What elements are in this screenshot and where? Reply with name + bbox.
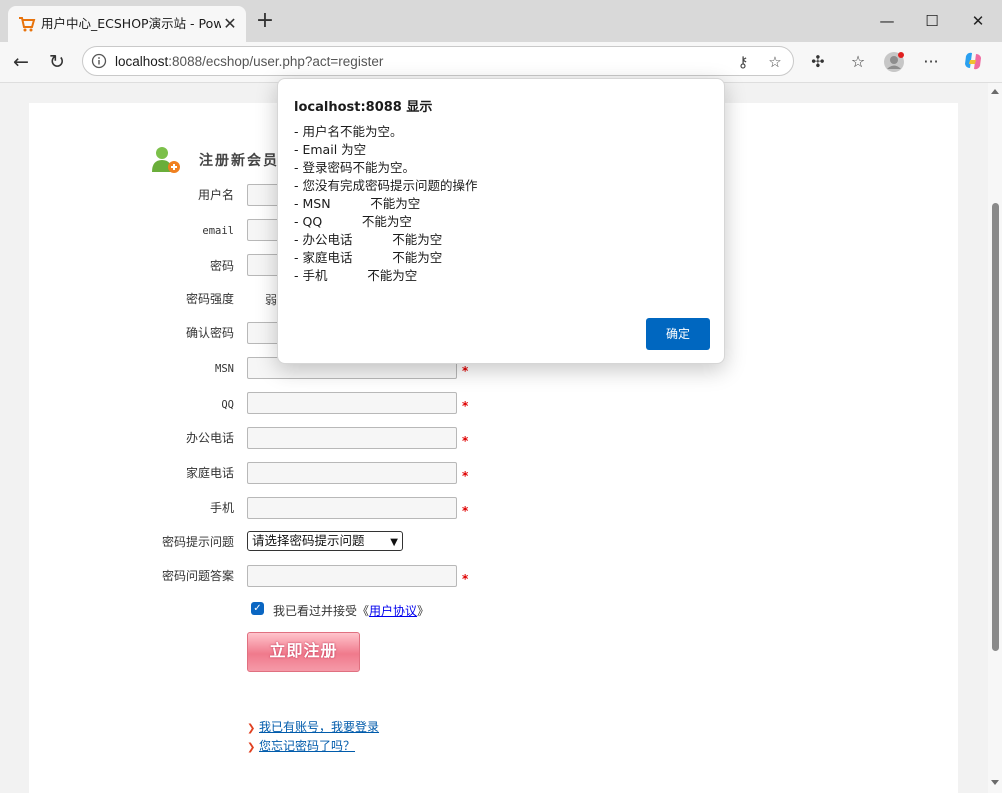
shopping-cart-icon bbox=[19, 17, 36, 32]
url-text[interactable]: localhost:8088/ecshop/user.php?act=regis… bbox=[115, 53, 383, 70]
refresh-icon[interactable]: ↻ bbox=[44, 49, 70, 75]
agreement-prefix: 我已看过并接受《 bbox=[273, 604, 370, 618]
star-icon[interactable]: ☆ bbox=[765, 52, 785, 72]
password-strength-label: 密码强度 bbox=[185, 292, 234, 306]
page-scrollbar[interactable] bbox=[988, 83, 1002, 793]
agreement-suffix: 》 bbox=[417, 604, 430, 618]
dialog-line: - MSN 不能为空 bbox=[294, 196, 421, 211]
dialog-message: - 用户名不能为空。 - Email 为空 - 登录密码不能为空。 - 您没有完… bbox=[294, 123, 478, 285]
address-bar[interactable]: localhost:8088/ecshop/user.php?act=regis… bbox=[82, 46, 794, 76]
forgot-link-row: ❯ 您忘记密码了吗？ bbox=[247, 737, 355, 754]
key-icon[interactable]: ⚷ bbox=[733, 52, 753, 72]
favorites-icon[interactable]: ☆ bbox=[846, 50, 870, 74]
chevron-down-icon: ▼ bbox=[390, 537, 398, 548]
tab-close-icon[interactable]: ✕ bbox=[220, 14, 240, 34]
more-menu-icon[interactable]: ··· bbox=[919, 50, 943, 74]
hint-answer-required-mark: * bbox=[462, 572, 469, 586]
close-window-button[interactable]: ✕ bbox=[963, 8, 993, 34]
forgot-password-link[interactable]: 您忘记密码了吗？ bbox=[259, 739, 355, 753]
dialog-title: localhost:8088 显示 bbox=[294, 100, 433, 115]
copilot-icon[interactable] bbox=[961, 50, 985, 74]
tab-title: 用户中心_ECSHOP演示站 - Powered by ECShop bbox=[41, 16, 221, 31]
password-label: 密码 bbox=[209, 259, 234, 273]
scroll-down-icon[interactable] bbox=[991, 780, 999, 785]
register-submit-button[interactable]: 立即注册 bbox=[247, 632, 360, 672]
qq-required-mark: * bbox=[462, 399, 469, 413]
mobile-required-mark: * bbox=[462, 504, 469, 518]
hint-answer-label: 密码问题答案 bbox=[161, 569, 234, 583]
alert-dialog: localhost:8088 显示 - 用户名不能为空。 - Email 为空 … bbox=[277, 78, 725, 364]
home-phone-label: 家庭电话 bbox=[185, 466, 234, 480]
qq-input[interactable] bbox=[247, 392, 457, 414]
user-agreement-link[interactable]: 用户协议 bbox=[369, 604, 417, 618]
extensions-icon[interactable]: ✣ bbox=[806, 50, 830, 74]
scroll-up-icon[interactable] bbox=[991, 89, 999, 94]
dialog-line: - 办公电话 不能为空 bbox=[294, 232, 443, 247]
browser-toolbar: ← ↻ localhost:8088/ecshop/user.php?act=r… bbox=[0, 42, 1002, 83]
arrow-right-icon: ❯ bbox=[247, 723, 256, 734]
login-link[interactable]: 我已有账号，我要登录 bbox=[259, 720, 379, 734]
dialog-line: - Email 为空 bbox=[294, 142, 367, 157]
confirm-password-label: 确认密码 bbox=[185, 326, 234, 340]
new-tab-button[interactable]: + bbox=[254, 10, 276, 32]
profile-avatar-icon[interactable] bbox=[882, 50, 906, 74]
office-phone-input[interactable] bbox=[247, 427, 457, 449]
scroll-thumb[interactable] bbox=[992, 203, 999, 651]
office-phone-label: 办公电话 bbox=[185, 431, 234, 445]
email-label: email bbox=[202, 225, 234, 237]
home-phone-input[interactable] bbox=[247, 462, 457, 484]
dialog-line: - 用户名不能为空。 bbox=[294, 124, 403, 139]
hint-question-label: 密码提示问题 bbox=[161, 535, 234, 549]
browser-titlebar: 用户中心_ECSHOP演示站 - Powered by ECShop ✕ + —… bbox=[0, 0, 1002, 42]
minimize-button[interactable]: — bbox=[872, 8, 902, 34]
hint-question-select[interactable]: 请选择密码提示问题 ▼ bbox=[247, 531, 403, 551]
mobile-label: 手机 bbox=[209, 501, 234, 515]
back-arrow-icon[interactable]: ← bbox=[8, 49, 34, 75]
register-heading: 注册新会员 bbox=[199, 153, 279, 169]
dialog-line: - QQ 不能为空 bbox=[294, 214, 412, 229]
dialog-line: - 登录密码不能为空。 bbox=[294, 160, 415, 175]
register-user-icon bbox=[152, 147, 180, 173]
site-info-icon[interactable] bbox=[91, 53, 107, 69]
agreement-checkbox[interactable]: ✓ bbox=[251, 602, 264, 615]
avatar bbox=[884, 52, 904, 72]
dialog-line: - 手机 不能为空 bbox=[294, 268, 418, 283]
msn-required-mark: * bbox=[462, 364, 469, 378]
dialog-ok-button[interactable]: 确定 bbox=[646, 318, 710, 350]
copilot-logo bbox=[965, 52, 981, 70]
qq-label: QQ bbox=[221, 399, 234, 411]
dialog-line: - 您没有完成密码提示问题的操作 bbox=[294, 178, 478, 193]
username-label: 用户名 bbox=[197, 188, 234, 202]
hint-question-selected: 请选择密码提示问题 bbox=[252, 533, 365, 548]
msn-label: MSN bbox=[215, 363, 234, 375]
office-phone-required-mark: * bbox=[462, 434, 469, 448]
login-link-row: ❯ 我已有账号，我要登录 bbox=[247, 718, 379, 735]
dialog-line: - 家庭电话 不能为空 bbox=[294, 250, 443, 265]
arrow-right-icon: ❯ bbox=[247, 742, 256, 753]
password-strength-value: 弱 bbox=[265, 293, 278, 307]
mobile-input[interactable] bbox=[247, 497, 457, 519]
home-phone-required-mark: * bbox=[462, 469, 469, 483]
browser-tab[interactable]: 用户中心_ECSHOP演示站 - Powered by ECShop ✕ bbox=[8, 6, 246, 42]
agreement-text: 我已看过并接受《用户协议》 bbox=[273, 602, 429, 619]
maximize-button[interactable]: ☐ bbox=[917, 8, 947, 34]
url-path: :8088/ecshop/user.php?act=register bbox=[168, 54, 384, 69]
hint-answer-input[interactable] bbox=[247, 565, 457, 587]
url-host: localhost bbox=[115, 54, 169, 69]
